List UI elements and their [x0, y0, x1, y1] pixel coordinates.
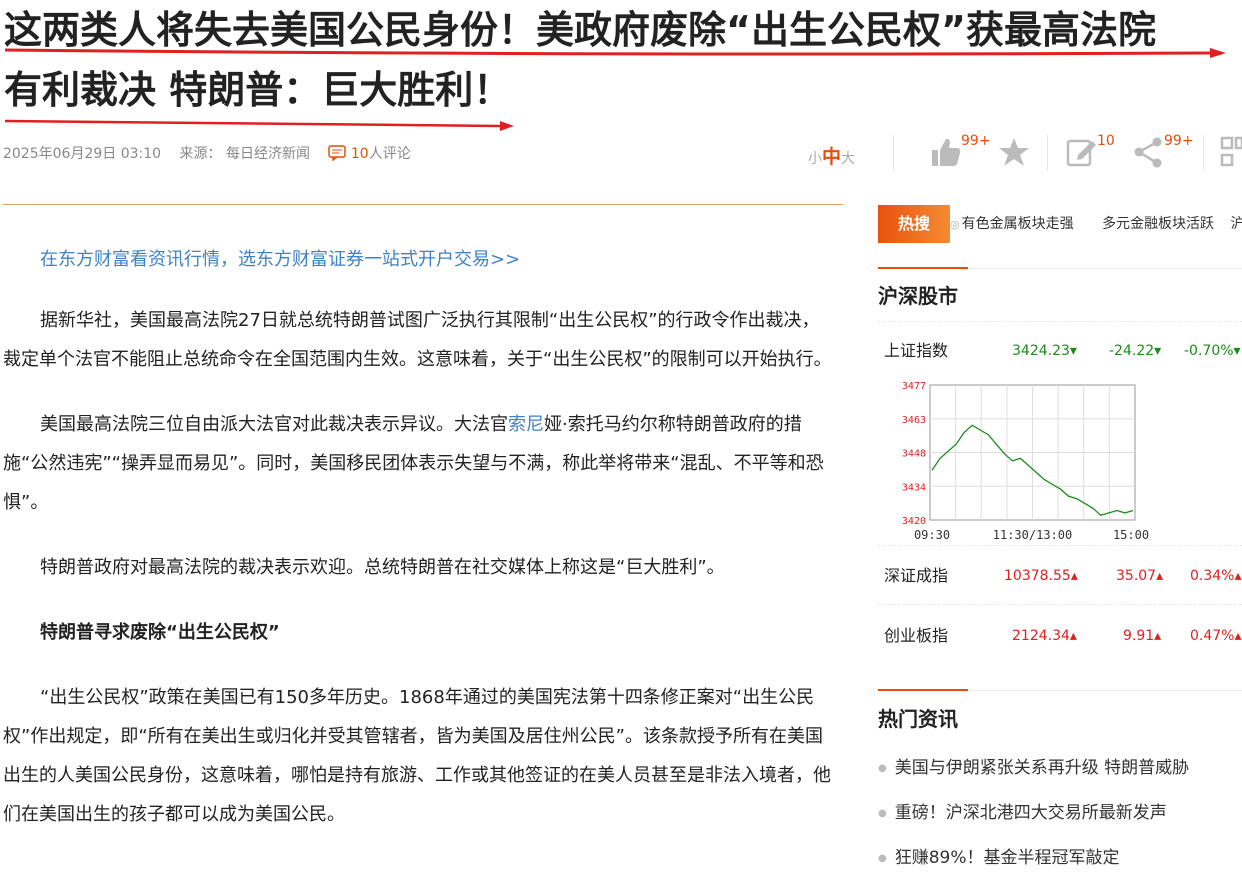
index-change: 35.07▴	[1116, 568, 1164, 584]
star-icon	[999, 138, 1029, 166]
publish-datetime: 2025年06月29日 03:10	[3, 146, 162, 162]
news-item[interactable]: ● 美国与伊朗紧张关系再升级 特朗普威胁	[878, 753, 1242, 778]
dot-icon: ◎	[950, 218, 960, 231]
hot-search-bar: 热搜 ◎有色金属板块走强 多元金融板块活跃 沪深	[878, 205, 1242, 243]
source: 来源： 每日经济新闻	[179, 146, 310, 162]
article-title-line-2: 有利裁决 特朗普：巨大胜利！	[4, 68, 512, 112]
subheading: 特朗普寻求废除“出生公民权”	[40, 622, 280, 643]
index-pct: 0.47%▴	[1190, 628, 1242, 644]
index-pct: 0.34%▴	[1190, 568, 1242, 584]
red-underline-arrow-2	[4, 119, 514, 131]
news-item[interactable]: ● 重磅！沪深北港四大交易所最新发声	[878, 798, 1242, 823]
index-price: 2124.34▴	[1012, 628, 1077, 644]
index-name: 深证成指	[884, 566, 949, 585]
toolbar-divider	[893, 135, 894, 170]
source-link[interactable]: 每日经济新闻	[226, 146, 310, 162]
toolbar-divider-2	[1047, 135, 1048, 170]
news-section-title: 热门资讯	[878, 707, 958, 731]
like-count: 99+	[961, 133, 991, 149]
edit-count: 10	[1097, 133, 1115, 149]
paragraph: 据新华社，美国最高法院27日就总统特朗普试图广泛执行其限制“出生公民权”的行政令…	[3, 310, 832, 370]
comment-count: 10	[350, 146, 369, 162]
thumbs-up-icon	[932, 138, 961, 166]
red-underline-arrow-1	[4, 48, 1226, 58]
toolbar-divider-3	[1203, 135, 1204, 170]
index-price: 3424.23▾	[1012, 343, 1077, 359]
edit-icon	[1066, 139, 1096, 167]
font-large-button[interactable]: 大	[841, 151, 855, 167]
comment-icon	[328, 145, 347, 162]
bullet-icon: ●	[878, 762, 887, 774]
paragraph: “出生公民权”政策在美国已有150多年历史。1868年通过的美国宪法第十四条修正…	[3, 687, 831, 825]
row-separator	[878, 604, 1242, 605]
promo-link[interactable]: 在东方财富看资讯行情，选东方财富证券一站式开户交易>>	[3, 240, 833, 279]
font-mid-button[interactable]: 中	[822, 146, 841, 168]
article-meta: 2025年06月29日 03:10 来源： 每日经济新闻 10人评论	[3, 143, 425, 163]
index-row-sh[interactable]: 上证指数 3424.23▾ -24.22▾ -0.70%▾	[884, 336, 1242, 366]
hot-item[interactable]: 沪深	[1231, 216, 1242, 232]
index-pct: -0.70%▾	[1184, 343, 1241, 359]
y-tick-label: 3477	[902, 381, 926, 392]
name-link[interactable]: 索尼	[508, 414, 544, 435]
index-change: -24.22▾	[1109, 343, 1162, 359]
font-small-button[interactable]: 小	[808, 151, 822, 167]
index-row-sz[interactable]: 深证成指 10378.55▴ 35.07▴ 0.34%▴	[884, 561, 1242, 591]
x-tick-label: 15:00	[1113, 528, 1149, 542]
qrcode-icon	[1220, 136, 1242, 167]
index-row-cyb[interactable]: 创业板指 2124.34▴ 9.91▴ 0.47%▴	[884, 621, 1242, 651]
index-name: 创业板指	[884, 626, 949, 645]
market-section-title: 沪深股市	[878, 284, 958, 308]
header-divider	[3, 204, 843, 205]
hot-item[interactable]: 多元金融板块活跃	[1102, 216, 1214, 232]
section-accent	[878, 689, 968, 691]
bullet-icon: ●	[878, 852, 887, 864]
article-body: 在东方财富看资讯行情，选东方财富证券一站式开户交易>> 据新华社，美国最高法院2…	[3, 240, 833, 860]
share-icon	[1134, 137, 1162, 168]
row-separator	[878, 545, 1242, 546]
paragraph: 美国最高法院三位自由派大法官对此裁决表示异议。大法官索尼娅·索托马约尔称特朗普政…	[3, 414, 824, 513]
y-tick-label: 3420	[902, 516, 926, 527]
article-title: 这两类人将失去美国公民身份！美政府废除“出生公民权”获最高法院 有利裁决 特朗普…	[4, 0, 1242, 120]
index-name: 上证指数	[884, 341, 949, 360]
bullet-icon: ●	[878, 807, 887, 819]
hot-search-badge: 热搜	[878, 205, 950, 243]
font-size-control: 小中大	[808, 142, 855, 169]
news-item[interactable]: ● 狂赚89%！基金半程冠军敲定	[878, 843, 1242, 868]
section-accent	[878, 267, 968, 269]
comment-link[interactable]: 10人评论	[328, 145, 411, 162]
row-separator	[878, 321, 1242, 322]
hot-item[interactable]: ◎ 有色金属板块走强	[950, 216, 1086, 232]
y-tick-label: 3463	[902, 415, 926, 426]
x-tick-label: 11:30/13:00	[993, 528, 1072, 542]
y-tick-label: 3448	[902, 449, 926, 460]
index-price: 10378.55▴	[1004, 568, 1078, 584]
hot-search-items: ◎有色金属板块走强 多元金融板块活跃 沪深	[950, 205, 1242, 243]
share-count: 99+	[1164, 133, 1194, 149]
x-tick-label: 09:30	[914, 528, 950, 542]
y-tick-label: 3434	[902, 482, 926, 493]
index-intraday-chart[interactable]: 3477 3463 3448 3434 342009:30 11:30/13:00 15:0…	[898, 380, 1160, 545]
index-change: 9.91▴	[1123, 628, 1162, 644]
paragraph: 特朗普政府对最高法院的裁决表示欢迎。总统特朗普在社交媒体上称这是“巨大胜利”。	[40, 557, 725, 578]
